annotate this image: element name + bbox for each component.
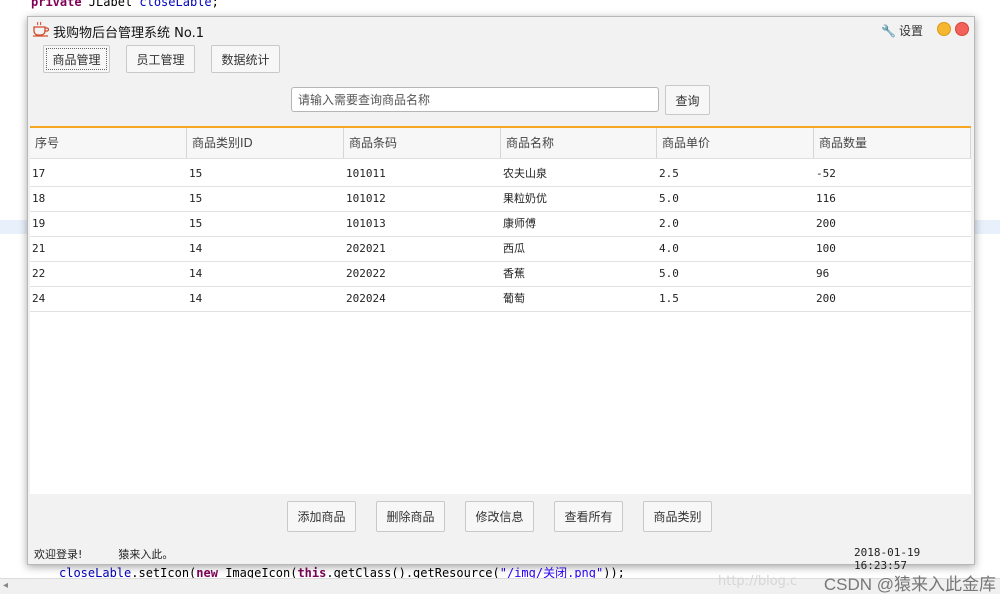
edit-info-button[interactable]: 修改信息 (465, 501, 534, 532)
cell-name: 康师傅 (503, 217, 536, 230)
scroll-left-arrow-icon[interactable]: ◂ (3, 580, 8, 591)
cell-price: 2.0 (659, 217, 679, 230)
table-row[interactable]: 21 14 202021 西瓜 4.0 100 (30, 236, 971, 262)
cell-index: 24 (32, 292, 46, 305)
cell-quantity: 116 (816, 192, 836, 205)
cell-barcode: 101011 (346, 167, 386, 180)
coffee-cup-icon (33, 21, 50, 37)
column-header-quantity[interactable]: 商品数量 (814, 128, 971, 158)
cell-name: 果粒奶优 (503, 192, 547, 205)
cell-category-id: 15 (189, 192, 203, 205)
settings-button[interactable]: 🔧 设置 (881, 22, 923, 39)
cell-quantity: 100 (816, 242, 836, 255)
cell-quantity: 96 (816, 267, 830, 280)
cell-price: 4.0 (659, 242, 679, 255)
welcome-text: 欢迎登录! (34, 548, 83, 561)
code-keyword: private (31, 0, 82, 9)
product-category-button[interactable]: 商品类别 (643, 501, 712, 532)
delete-product-button[interactable]: 删除商品 (376, 501, 445, 532)
column-header-category-id[interactable]: 商品类别ID (187, 128, 344, 158)
cell-category-id: 14 (189, 292, 203, 305)
tab-staff-management[interactable]: 员工管理 (126, 45, 195, 73)
cell-barcode: 202024 (346, 292, 386, 305)
cell-name: 香蕉 (503, 267, 525, 280)
table-row[interactable]: 17 15 101011 农夫山泉 2.5 -52 (30, 161, 971, 187)
wrench-icon: 🔧 (881, 24, 896, 38)
cell-name: 西瓜 (503, 242, 525, 255)
code-tail: ; (211, 0, 219, 9)
column-header-name[interactable]: 商品名称 (501, 128, 657, 158)
search-button[interactable]: 查询 (665, 85, 710, 115)
cell-name: 葡萄 (503, 292, 525, 305)
tab-data-statistics[interactable]: 数据统计 (211, 45, 280, 73)
search-input[interactable] (291, 87, 659, 112)
status-bar: 欢迎登录! 猿来入此。 (34, 546, 209, 562)
watermark-url: http://blog.c (718, 574, 798, 589)
cell-category-id: 15 (189, 167, 203, 180)
cell-barcode: 101013 (346, 217, 386, 230)
table-row[interactable]: 18 15 101012 果粒奶优 5.0 116 (30, 186, 971, 212)
tab-product-management[interactable]: 商品管理 (43, 45, 110, 73)
cell-barcode: 101012 (346, 192, 386, 205)
app-window: 我购物后台管理系统 No.1 🔧设置 商品管理 员工管理 数据统计 查询 序号 … (27, 16, 975, 572)
code-field: closeLable (139, 0, 212, 9)
column-header-index[interactable]: 序号 (30, 128, 187, 158)
cell-index: 17 (32, 167, 46, 180)
cell-index: 18 (32, 192, 46, 205)
title-bar[interactable]: 我购物后台管理系统 No.1 🔧 设置 (28, 17, 974, 42)
cell-name: 农夫山泉 (503, 167, 547, 180)
cell-index: 22 (32, 267, 46, 280)
cell-price: 1.5 (659, 292, 679, 305)
cell-quantity: 200 (816, 217, 836, 230)
cell-price: 5.0 (659, 192, 679, 205)
cell-category-id: 15 (189, 217, 203, 230)
cell-index: 21 (32, 242, 46, 255)
current-user: 猿来入此。 (118, 548, 174, 561)
cell-category-id: 14 (189, 267, 203, 280)
cell-quantity: 200 (816, 292, 836, 305)
product-table: 序号 商品类别ID 商品条码 商品名称 商品单价 商品数量 17 15 1010… (30, 126, 971, 494)
table-row[interactable]: 24 14 202024 葡萄 1.5 200 (30, 286, 971, 312)
cell-price: 2.5 (659, 167, 679, 180)
close-dot-icon[interactable] (955, 22, 969, 36)
settings-label: 设置 (898, 24, 923, 38)
add-product-button[interactable]: 添加商品 (287, 501, 356, 532)
code-type: JLabel (81, 0, 140, 9)
cell-quantity: -52 (816, 167, 836, 180)
cell-barcode: 202021 (346, 242, 386, 255)
window-title: 我购物后台管理系统 No.1 (53, 26, 204, 41)
cell-price: 5.0 (659, 267, 679, 280)
status-datetime: 2018-01-19 16:23:57 (854, 546, 921, 572)
table-row[interactable]: 22 14 202022 香蕉 5.0 96 (30, 261, 971, 287)
cell-index: 19 (32, 217, 46, 230)
cell-barcode: 202022 (346, 267, 386, 280)
cell-category-id: 14 (189, 242, 203, 255)
table-header: 序号 商品类别ID 商品条码 商品名称 商品单价 商品数量 (30, 128, 971, 159)
column-header-barcode[interactable]: 商品条码 (344, 128, 501, 158)
table-row[interactable]: 19 15 101013 康师傅 2.0 200 (30, 211, 971, 237)
column-header-price[interactable]: 商品单价 (657, 128, 814, 158)
ide-code-line-top: private JLabel closeLable; (0, 0, 1000, 13)
minimize-dot-icon[interactable] (937, 22, 951, 36)
view-all-button[interactable]: 查看所有 (554, 501, 623, 532)
watermark: CSDN @猿来入此金库 (823, 575, 996, 594)
